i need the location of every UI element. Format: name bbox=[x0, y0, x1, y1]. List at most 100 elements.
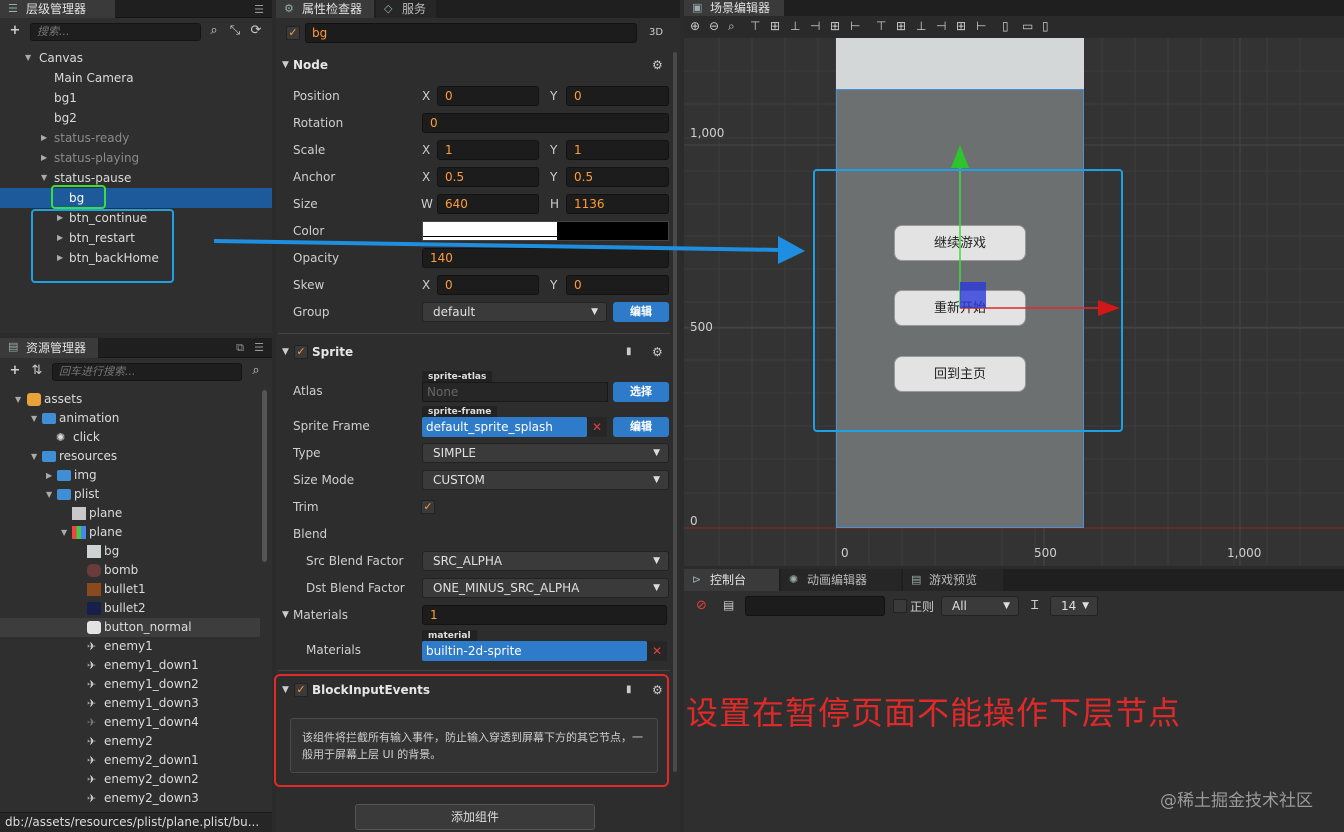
asset-enemy1-down1[interactable]: ✈ enemy1_down1 bbox=[0, 656, 262, 675]
distribute-left-icon[interactable]: ⊣ bbox=[936, 19, 946, 33]
node-name-input[interactable]: bg bbox=[305, 23, 637, 43]
align-center-icon[interactable]: ⊞ bbox=[830, 19, 840, 33]
asset-enemy1[interactable]: ✈ enemy1 bbox=[0, 637, 262, 656]
menu-icon[interactable]: ☰ bbox=[254, 341, 264, 354]
tree-node-status-ready[interactable]: ▶ status-ready bbox=[0, 128, 272, 148]
tab-console[interactable]: ⊳ 控制台 bbox=[684, 569, 779, 591]
block-input-section-header[interactable]: ▼ ✓ BlockInputEvents ▮ ⚙ bbox=[278, 678, 670, 702]
add-icon[interactable]: + bbox=[8, 24, 22, 38]
tree-node-main-camera[interactable]: Main Camera bbox=[0, 68, 272, 88]
atlas-field[interactable]: None bbox=[422, 382, 608, 402]
search-icon[interactable]: ⌕ bbox=[249, 364, 263, 378]
group-edit-button[interactable]: 编辑 bbox=[613, 302, 669, 322]
src-blend-select[interactable]: SRC_ALPHA bbox=[422, 551, 669, 571]
asset-enemy1-down2[interactable]: ✈ enemy1_down2 bbox=[0, 675, 262, 694]
asset-bullet1[interactable]: bullet1 bbox=[0, 580, 262, 599]
size-height-input[interactable]: 1136 bbox=[566, 194, 669, 214]
distribute-bottom-icon[interactable]: ⊥ bbox=[916, 19, 926, 33]
sprite-frame-field[interactable]: default_sprite_splash bbox=[422, 417, 587, 437]
tab-services[interactable]: ◇ 服务 bbox=[376, 0, 436, 18]
search-icon[interactable]: ⌕ bbox=[207, 24, 221, 38]
clear-sprite-frame-icon[interactable]: ✕ bbox=[587, 417, 607, 437]
distribute-center-icon[interactable]: ⊞ bbox=[956, 19, 966, 33]
scale-x-input[interactable]: 1 bbox=[437, 140, 539, 160]
gear-icon[interactable]: ⚙ bbox=[652, 340, 663, 364]
position-x-input[interactable]: 0 bbox=[437, 86, 539, 106]
anchor-x-input[interactable]: 0.5 bbox=[437, 167, 539, 187]
align-left-icon[interactable]: ⊣ bbox=[810, 19, 820, 33]
asset-animation[interactable]: ▼ animation bbox=[0, 409, 262, 428]
expand-arrow-icon[interactable]: ▼ bbox=[25, 48, 31, 68]
distribute-middle-icon[interactable]: ⊞ bbox=[896, 19, 906, 33]
material-field[interactable]: builtin-2d-sprite bbox=[422, 641, 647, 661]
tab-hierarchy[interactable]: ☰ 层级管理器 bbox=[0, 0, 115, 18]
open-log-icon[interactable]: ▤ bbox=[723, 598, 734, 612]
gear-icon[interactable]: ⚙ bbox=[652, 678, 663, 702]
node-active-checkbox[interactable]: ✓ bbox=[286, 26, 300, 40]
clear-console-icon[interactable]: ⊘ bbox=[696, 598, 707, 613]
asset-enemy1-down4[interactable]: ✈ enemy1_down4 bbox=[0, 713, 262, 732]
skew-y-input[interactable]: 0 bbox=[566, 275, 669, 295]
book-icon[interactable]: ▮ bbox=[626, 340, 632, 364]
expand-arrow-icon[interactable]: ▼ bbox=[46, 485, 52, 504]
menu-icon[interactable]: ☰ bbox=[254, 3, 264, 16]
asset-click[interactable]: ✺ click bbox=[0, 428, 262, 447]
size-width-input[interactable]: 640 bbox=[437, 194, 539, 214]
assets-search-input[interactable]: 回车进行搜索... bbox=[52, 363, 242, 381]
log-level-select[interactable]: All bbox=[941, 596, 1019, 616]
dst-blend-select[interactable]: ONE_MINUS_SRC_ALPHA bbox=[422, 578, 669, 598]
clear-material-icon[interactable]: ✕ bbox=[647, 641, 667, 661]
assets-scrollbar[interactable] bbox=[262, 390, 267, 562]
tab-game-preview[interactable]: ▤ 游戏预览 bbox=[903, 569, 1003, 591]
atlas-select-button[interactable]: 选择 bbox=[613, 382, 669, 402]
add-icon[interactable]: + bbox=[8, 364, 22, 378]
collapse-icon[interactable]: ⤡ bbox=[228, 24, 242, 38]
sort-icon[interactable]: ⇅ bbox=[30, 364, 44, 378]
inspector-scrollbar[interactable] bbox=[673, 52, 677, 772]
type-select[interactable]: SIMPLE bbox=[422, 443, 669, 463]
asset-plist[interactable]: ▼ plist bbox=[0, 485, 262, 504]
hierarchy-search-input[interactable]: 搜索... bbox=[30, 23, 201, 41]
sprite-enabled-checkbox[interactable]: ✓ bbox=[294, 345, 308, 359]
asset-resources[interactable]: ▼ resources bbox=[0, 447, 262, 466]
asset-bomb[interactable]: bomb bbox=[0, 561, 262, 580]
console-filter-input[interactable] bbox=[745, 596, 885, 616]
asset-button-normal[interactable]: button_normal bbox=[0, 618, 260, 637]
mode-3d-toggle[interactable]: 3D bbox=[649, 27, 663, 38]
expand-arrow-icon[interactable]: ▼ bbox=[15, 390, 21, 409]
asset-enemy2-down3[interactable]: ✈ enemy2_down3 bbox=[0, 789, 262, 808]
zoom-in-icon[interactable]: ⊕ bbox=[690, 19, 700, 33]
size-mode-select[interactable]: CUSTOM bbox=[422, 470, 669, 490]
tree-node-canvas[interactable]: ▼ Canvas bbox=[0, 48, 272, 68]
asset-assets[interactable]: ▼ assets bbox=[0, 390, 262, 409]
trim-checkbox[interactable]: ✓ bbox=[421, 500, 435, 514]
block-input-enabled-checkbox[interactable]: ✓ bbox=[294, 683, 308, 697]
sprite-section-header[interactable]: ▼ ✓ Sprite ▮ ⚙ bbox=[278, 340, 670, 364]
tree-node-bg2[interactable]: bg2 bbox=[0, 108, 272, 128]
asset-plane-atlas[interactable]: ▼ plane bbox=[0, 523, 262, 542]
tree-node-bg1[interactable]: bg1 bbox=[0, 88, 272, 108]
snap-icon[interactable]: ▯ bbox=[1002, 19, 1009, 33]
position-y-input[interactable]: 0 bbox=[566, 86, 669, 106]
expand-arrow-icon[interactable]: ▼ bbox=[61, 523, 67, 542]
expand-arrow-icon[interactable]: ▶ bbox=[41, 148, 47, 168]
book-icon[interactable]: ▮ bbox=[626, 678, 632, 702]
popout-icon[interactable]: ⧉ bbox=[236, 341, 244, 355]
align-right-icon[interactable]: ⊢ bbox=[850, 19, 860, 33]
tab-assets[interactable]: ▤ 资源管理器 bbox=[0, 338, 98, 358]
expand-arrow-icon[interactable]: ▶ bbox=[46, 466, 52, 485]
node-section-header[interactable]: ▼ Node ⚙ bbox=[278, 53, 670, 77]
zoom-out-icon[interactable]: ⊖ bbox=[709, 19, 719, 33]
align-bottom-icon[interactable]: ⊥ bbox=[790, 19, 800, 33]
gear-icon[interactable]: ⚙ bbox=[652, 53, 663, 77]
rotation-input[interactable]: 0 bbox=[422, 113, 669, 133]
tab-inspector[interactable]: ⚙ 属性检查器 bbox=[276, 0, 374, 18]
anchor-y-input[interactable]: 0.5 bbox=[566, 167, 669, 187]
expand-arrow-icon[interactable]: ▼ bbox=[41, 168, 47, 188]
asset-plane-image[interactable]: plane bbox=[0, 504, 262, 523]
regex-checkbox[interactable] bbox=[893, 599, 907, 613]
asset-img[interactable]: ▶ img bbox=[0, 466, 262, 485]
snap-h-icon[interactable]: ▭ bbox=[1022, 19, 1033, 33]
expand-arrow-icon[interactable]: ▼ bbox=[31, 409, 37, 428]
refresh-icon[interactable]: ⟳ bbox=[249, 24, 263, 38]
